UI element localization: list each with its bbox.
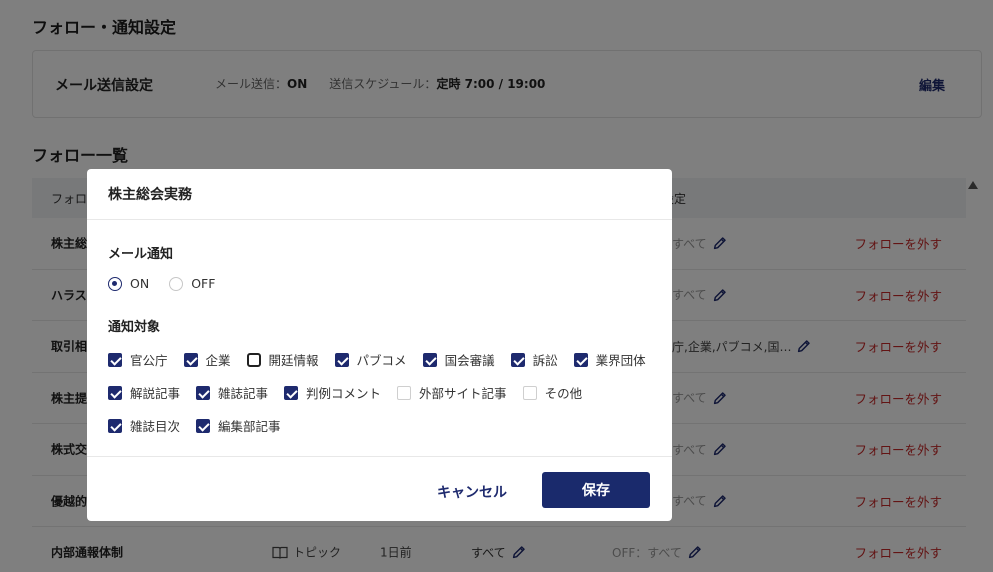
- target-option-checkbox[interactable]: 解説記事: [108, 383, 180, 402]
- target-option-label: 外部サイト記事: [419, 386, 507, 401]
- target-option-label: 解説記事: [130, 386, 181, 401]
- target-option-checkbox[interactable]: 雑誌記事: [196, 383, 268, 402]
- radio-on[interactable]: ON: [108, 276, 149, 291]
- target-option-label: 雑誌目次: [130, 419, 181, 434]
- mail-notice-radio-group: ON OFF: [108, 276, 215, 291]
- target-option-checkbox[interactable]: 官公庁: [108, 350, 168, 369]
- target-option-checkbox[interactable]: 雑誌目次: [108, 416, 180, 435]
- radio-off-label: OFF: [191, 276, 216, 291]
- radio-on-label: ON: [130, 276, 150, 291]
- modal-title: 株主総会実務: [87, 169, 672, 220]
- target-option-checkbox[interactable]: 訴訟: [510, 350, 558, 369]
- target-option-label: 国会審議: [444, 353, 495, 368]
- notification-settings-modal: 株主総会実務 メール通知 ON OFF 通知対象 官公庁 企業 開廷情報 パブコメ 国会…: [87, 169, 672, 521]
- target-option-label: パブコメ: [356, 353, 407, 368]
- target-option-label: 訴訟: [532, 353, 558, 368]
- checkbox-checked-icon: [196, 418, 211, 433]
- target-option-checkbox[interactable]: 企業: [183, 350, 231, 369]
- modal-footer: キャンセル 保存: [87, 456, 672, 521]
- target-option-checkbox[interactable]: 編集部記事: [196, 416, 281, 435]
- target-option-label: 編集部記事: [218, 419, 281, 434]
- target-options-row-2: 解説記事 雑誌記事 判例コメント 外部サイト記事 その他: [108, 383, 582, 402]
- target-option-checkbox[interactable]: 開廷情報: [246, 350, 319, 369]
- target-option-checkbox[interactable]: その他: [522, 383, 583, 402]
- target-option-label: その他: [544, 386, 583, 401]
- checkbox-checked-icon: [510, 352, 525, 367]
- checkbox-checked-icon: [108, 418, 122, 433]
- target-option-label: 雑誌記事: [218, 386, 269, 401]
- target-option-checkbox[interactable]: 判例コメント: [284, 383, 381, 402]
- target-options-row-3: 雑誌目次 編集部記事: [108, 416, 281, 435]
- target-option-checkbox[interactable]: 業界団体: [573, 350, 646, 369]
- checkbox-checked-icon: [573, 352, 588, 367]
- target-option-checkbox[interactable]: 外部サイト記事: [397, 383, 507, 402]
- checkbox-checked-icon: [422, 352, 437, 367]
- checkbox-checked-icon: [108, 352, 122, 367]
- target-option-checkbox[interactable]: パブコメ: [334, 350, 407, 369]
- checkbox-checked-icon: [284, 385, 299, 400]
- target-option-label: 判例コメント: [306, 386, 382, 401]
- radio-off[interactable]: OFF: [169, 276, 215, 291]
- target-option-label: 開廷情報: [268, 353, 319, 368]
- target-options-row-1: 官公庁 企業 開廷情報 パブコメ 国会審議 訴訟 業界団体: [108, 350, 646, 369]
- radio-unselected-icon: [169, 276, 184, 291]
- target-option-label: 業界団体: [595, 353, 646, 368]
- checkbox-empty-icon: [397, 385, 412, 400]
- cancel-button[interactable]: キャンセル: [437, 482, 507, 502]
- checkbox-empty-icon: [522, 385, 537, 400]
- radio-selected-icon: [108, 276, 122, 291]
- checkbox-checked-icon: [183, 352, 198, 367]
- target-option-label: 企業: [205, 353, 231, 368]
- checkbox-empty-icon: [246, 352, 261, 367]
- checkbox-checked-icon: [108, 385, 122, 400]
- checkbox-checked-icon: [334, 352, 349, 367]
- target-option-checkbox[interactable]: 国会審議: [422, 350, 495, 369]
- notify-target-label: 通知対象: [108, 320, 161, 335]
- target-option-label: 官公庁: [130, 353, 168, 368]
- save-button[interactable]: 保存: [542, 472, 650, 508]
- mail-notice-label: メール通知: [108, 247, 174, 262]
- checkbox-checked-icon: [196, 385, 211, 400]
